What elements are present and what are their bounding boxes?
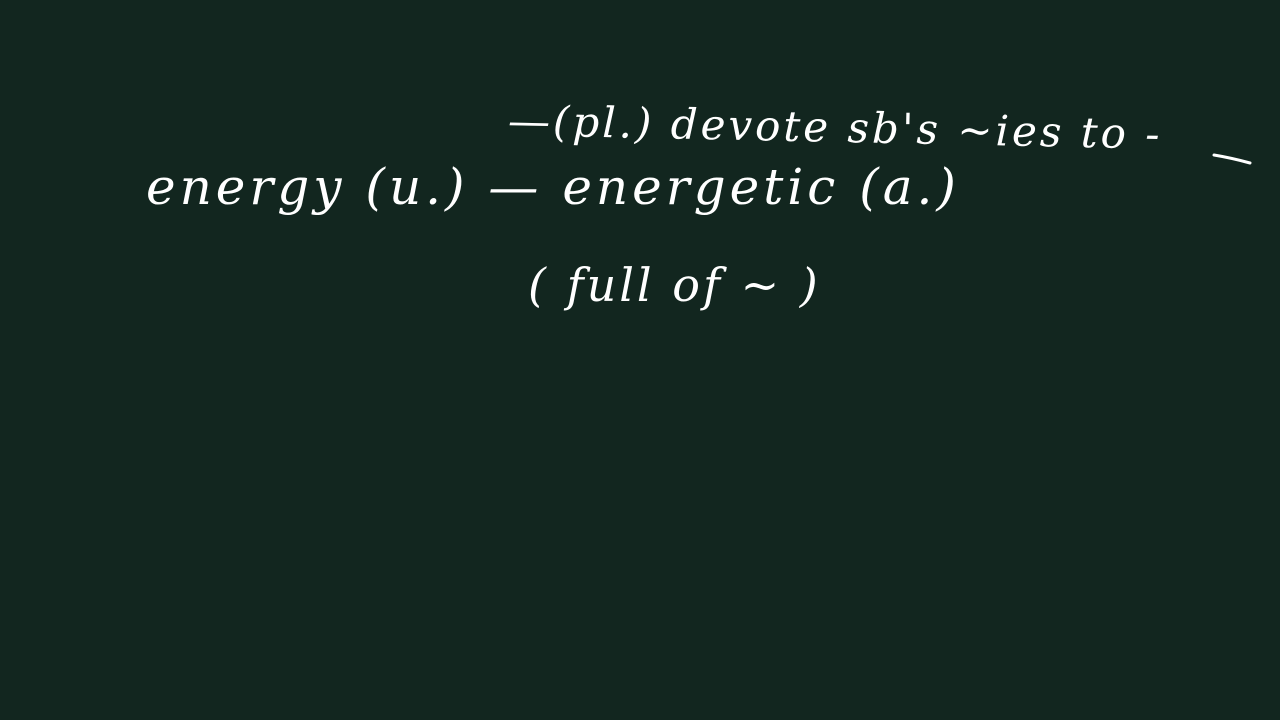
handwritten-dash-stroke <box>1212 153 1252 165</box>
whiteboard-canvas: —(pl.) devote sb's ~ies to - energy (u.)… <box>0 0 1280 720</box>
handwritten-line-energy-energetic: energy (u.) — energetic (a.) <box>146 158 960 216</box>
handwritten-line-plural-usage: —(pl.) devote sb's ~ies to - <box>507 96 1163 159</box>
handwritten-line-full-of: ( full of ~ ) <box>528 258 821 312</box>
